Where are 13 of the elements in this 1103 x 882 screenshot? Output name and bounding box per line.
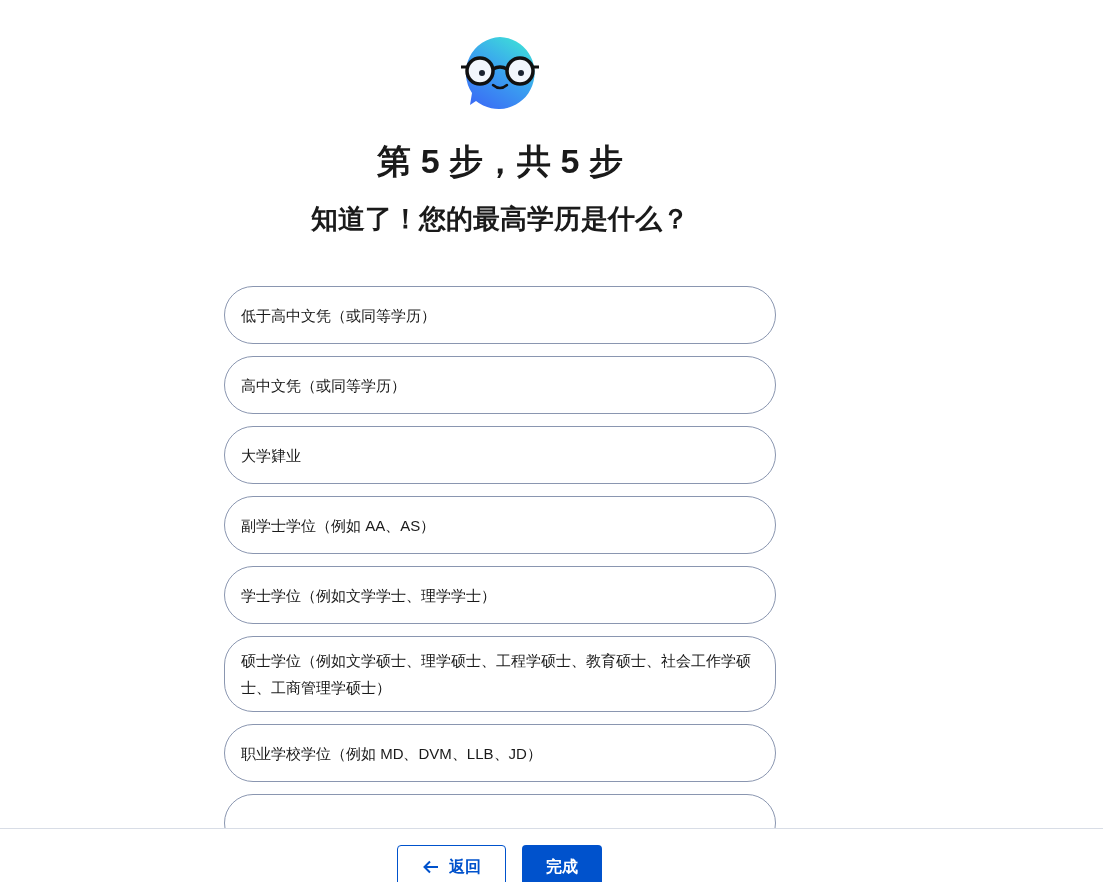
question-heading: 知道了！您的最高学历是什么？ — [311, 203, 689, 236]
option-button[interactable]: 大学肄业 — [224, 426, 776, 484]
option-button[interactable]: 高中文凭（或同等学历） — [224, 356, 776, 414]
option-button[interactable]: 学士学位（例如文学学士、理学学士） — [224, 566, 776, 624]
arrow-left-icon — [422, 860, 439, 874]
back-button[interactable]: 返回 — [397, 845, 506, 882]
option-button[interactable]: 副学士学位（例如 AA、AS） — [224, 496, 776, 554]
step-title: 第 5 步，共 5 步 — [377, 141, 623, 181]
option-button[interactable]: 职业学校学位（例如 MD、DVM、LLB、JD） — [224, 724, 776, 782]
back-label: 返回 — [448, 857, 481, 877]
finish-button[interactable]: 完成 — [522, 845, 602, 882]
option-button[interactable]: 低于高中文凭（或同等学历） — [224, 286, 776, 344]
option-button[interactable]: 硕士学位（例如文学硕士、理学硕士、工程学硕士、教育硕士、社会工作学硕士、工商管理学硕士） — [224, 636, 776, 712]
